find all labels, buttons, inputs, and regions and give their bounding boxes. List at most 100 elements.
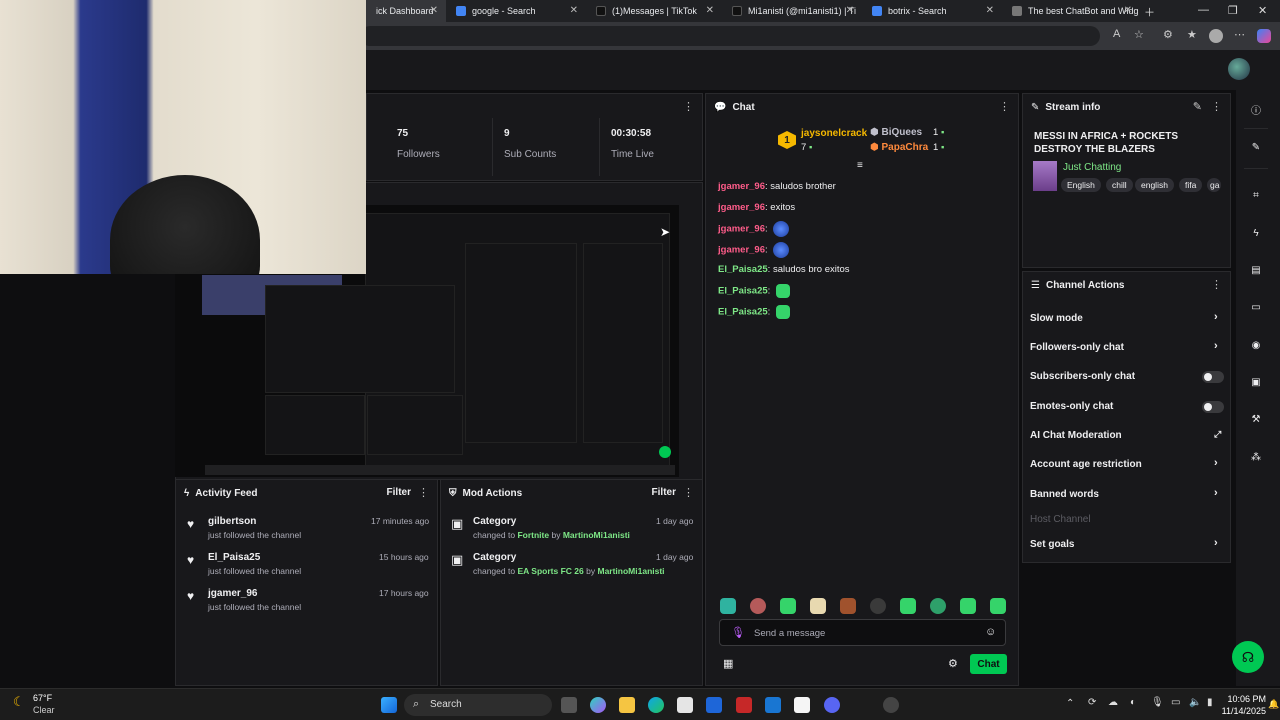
document-icon[interactable]: ▤	[1248, 262, 1264, 278]
more-options-icon[interactable]: ⋮	[683, 486, 694, 499]
chat-username[interactable]: jgamer_96	[718, 245, 765, 256]
third-chatter[interactable]: ⬢ PapaChra	[870, 142, 928, 153]
sync-icon[interactable]: ⟳	[1088, 697, 1096, 708]
chat-username[interactable]: El_Paisa25	[718, 286, 768, 297]
support-chat-icon[interactable]: ☊	[1232, 641, 1264, 673]
address-field[interactable]	[360, 26, 1100, 46]
profile-avatar[interactable]	[1209, 29, 1223, 43]
filter-button[interactable]: Filter	[387, 487, 411, 498]
pen-icon[interactable]: ✎	[1248, 139, 1264, 155]
chevron-right-icon[interactable]: ›	[1214, 340, 1218, 352]
emote-icon[interactable]	[840, 598, 856, 614]
emote-icon[interactable]	[780, 598, 796, 614]
follower-name[interactable]: El_Paisa25	[208, 552, 260, 563]
battery-icon[interactable]: ▮	[1207, 697, 1213, 708]
minimize-icon[interactable]: —	[1198, 4, 1209, 16]
emote-icon[interactable]	[930, 598, 946, 614]
emote-icon[interactable]	[870, 598, 886, 614]
focus-icon[interactable]: ⌗	[1248, 187, 1264, 203]
more-options-icon[interactable]: ⋮	[1211, 100, 1222, 113]
outlook-icon[interactable]	[765, 697, 781, 713]
external-link-icon[interactable]: ⤢	[1214, 429, 1221, 440]
game-link[interactable]: EA Sports FC 26	[517, 566, 583, 576]
microphone-icon[interactable]: 🎙	[1151, 697, 1164, 708]
edit-icon[interactable]: ✎	[1193, 100, 1202, 113]
stream-tag[interactable]: english	[1135, 178, 1174, 192]
tab-dashboard[interactable]: ick Dashboard ✕	[366, 0, 446, 22]
tab-google-search[interactable]: google - Search ✕	[446, 0, 586, 22]
microphone-icon[interactable]: 🎙	[731, 626, 745, 639]
emote-icon[interactable]	[750, 598, 766, 614]
notification-icon[interactable]: 🔔	[1268, 699, 1279, 710]
ai-moderation-item[interactable]: AI Chat Moderation	[1030, 430, 1122, 441]
user-link[interactable]: MartinoMi1anisti	[563, 530, 630, 540]
chat-username[interactable]: El_Paisa25	[718, 264, 768, 275]
favorites-icon[interactable]: ★	[1187, 28, 1197, 41]
emotes-only-toggle[interactable]	[1202, 401, 1224, 413]
file-explorer-icon[interactable]	[619, 697, 635, 713]
weather-icon[interactable]: ☾	[13, 694, 25, 710]
user-avatar[interactable]	[1228, 58, 1250, 80]
apps-icon[interactable]: ⁂	[1248, 449, 1264, 465]
account-age-item[interactable]: Account age restriction	[1030, 459, 1142, 470]
stream-tag[interactable]: English	[1061, 178, 1101, 192]
visual-studio-icon[interactable]	[706, 697, 722, 713]
obs-icon[interactable]	[883, 697, 899, 713]
more-menu-icon[interactable]: ⋯	[1234, 28, 1245, 41]
emote-icon[interactable]	[720, 598, 736, 614]
close-icon[interactable]: ✕	[1124, 5, 1132, 16]
chat-username[interactable]: jgamer_96	[718, 202, 765, 213]
chat-settings-icon[interactable]: ⚙	[948, 657, 958, 670]
task-view-icon[interactable]	[561, 697, 577, 713]
network-icon[interactable]: ▭	[1171, 697, 1180, 708]
tray-app-icon[interactable]: ◐	[1130, 697, 1136, 708]
more-options-icon[interactable]: ⋮	[999, 100, 1010, 113]
new-tab-icon[interactable]: ＋	[1144, 4, 1155, 20]
collapse-leaderboard-icon[interactable]: ≡	[857, 160, 863, 171]
wrench-icon[interactable]: ⚒	[1248, 411, 1264, 427]
close-icon[interactable]: ✕	[430, 5, 438, 16]
lightning-icon[interactable]: ϟ	[1248, 225, 1264, 241]
chevron-right-icon[interactable]: ›	[1214, 311, 1218, 323]
more-options-icon[interactable]: ⋮	[418, 486, 429, 499]
discord-icon[interactable]	[824, 697, 840, 713]
maximize-icon[interactable]: ❐	[1228, 4, 1238, 17]
taskbar-search[interactable]: Search	[404, 694, 552, 716]
extensions-icon[interactable]: ⚙	[1163, 28, 1173, 41]
subscribers-only-toggle[interactable]	[1202, 371, 1224, 383]
copilot-icon[interactable]	[1257, 29, 1271, 43]
chat-username[interactable]: El_Paisa25	[718, 307, 768, 318]
volume-icon[interactable]: 🔈	[1189, 697, 1201, 708]
more-options-icon[interactable]: ⋮	[683, 100, 694, 113]
emote-icon[interactable]	[810, 598, 826, 614]
close-icon[interactable]: ✕	[706, 5, 714, 16]
stream-tag[interactable]: chill	[1106, 178, 1133, 192]
chevron-right-icon[interactable]: ›	[1214, 457, 1218, 469]
followers-only-item[interactable]: Followers-only chat	[1030, 342, 1124, 353]
emote-icon[interactable]	[900, 598, 916, 614]
filter-button[interactable]: Filter	[652, 487, 676, 498]
copilot-icon[interactable]	[590, 697, 606, 713]
windows-start-icon[interactable]	[381, 697, 397, 713]
info-icon[interactable]: ⓘ	[1248, 101, 1264, 117]
favorite-star-icon[interactable]: ☆	[1134, 28, 1144, 41]
emoji-picker-icon[interactable]: ☺	[985, 626, 996, 638]
game-link[interactable]: Fortnite	[517, 530, 549, 540]
clock-time[interactable]: 10:06 PM	[1226, 694, 1266, 704]
store-icon[interactable]: ▦	[723, 657, 733, 670]
follower-name[interactable]: jgamer_96	[208, 588, 257, 599]
chevron-up-icon[interactable]: ⌃	[1066, 698, 1074, 709]
clock-date[interactable]: 11/14/2025	[1218, 706, 1266, 716]
user-link[interactable]: MartinoMi1anisti	[597, 566, 664, 576]
tab-botrix-search[interactable]: botrix - Search ✕	[862, 0, 1002, 22]
more-options-icon[interactable]: ⋮	[1211, 278, 1222, 291]
stream-tag[interactable]: ga	[1207, 178, 1221, 192]
close-icon[interactable]: ✕	[570, 5, 578, 16]
tab-chatbot[interactable]: The best ChatBot and Widg ✕	[1002, 0, 1140, 22]
second-chatter[interactable]: ⬢ BiQuees	[870, 127, 922, 138]
layout-icon[interactable]: ▣	[1248, 374, 1264, 390]
cloud-icon[interactable]: ☁	[1108, 697, 1118, 708]
store-icon[interactable]	[677, 697, 693, 713]
chat-username[interactable]: jgamer_96	[718, 224, 765, 235]
emote-icon[interactable]	[990, 598, 1006, 614]
